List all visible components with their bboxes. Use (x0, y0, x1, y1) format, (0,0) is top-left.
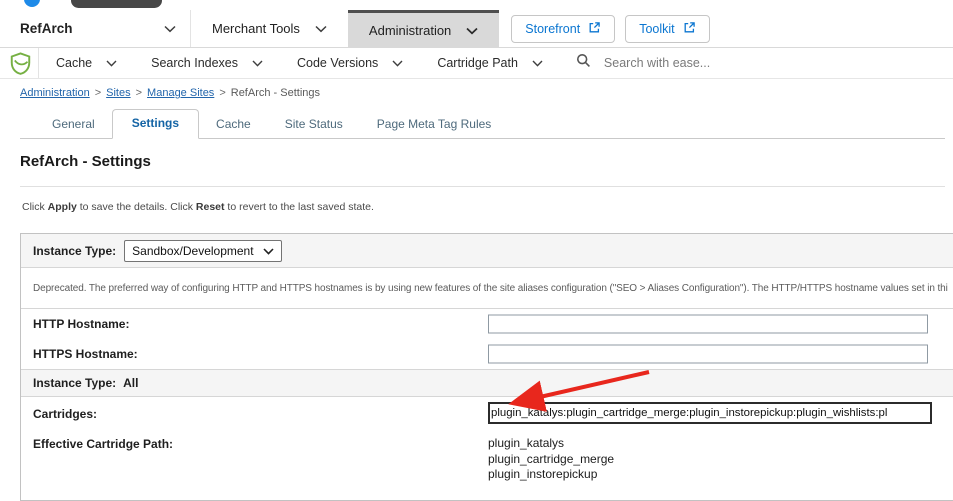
breadcrumb-separator: > (95, 87, 101, 99)
site-selector[interactable]: RefArch (0, 10, 191, 47)
breadcrumb-current: RefArch - Settings (231, 87, 320, 99)
site-selector-label: RefArch (20, 21, 73, 36)
http-hostname-input[interactable] (488, 315, 928, 334)
cartridge-path-entry: plugin_katalys (488, 436, 614, 452)
instructions-note: Click Apply to save the details. Click R… (22, 201, 374, 213)
instance-type-all-value: All (123, 376, 138, 390)
http-hostname-label: HTTP Hostname: (33, 317, 129, 331)
menu-administration[interactable]: Administration (348, 10, 499, 47)
menu-administration-label: Administration (369, 23, 451, 38)
chevron-down-icon (252, 56, 263, 70)
tab-settings[interactable]: Settings (112, 109, 199, 139)
instance-type-all-label: Instance Type: (33, 376, 116, 390)
tab-general[interactable]: General (35, 111, 112, 138)
toolbar-item-code-versions[interactable]: Code Versions (280, 56, 420, 70)
deprecated-note-row: Deprecated. The preferred way of configu… (21, 268, 953, 309)
storefront-button[interactable]: Storefront (511, 15, 615, 43)
instance-type-select[interactable]: Sandbox/Development (124, 240, 282, 262)
instance-type-label: Instance Type: (33, 244, 116, 258)
chevron-down-icon (106, 56, 117, 70)
note-apply-keyword: Apply (48, 201, 77, 213)
breadcrumb-separator: > (136, 87, 142, 99)
toolbar-item-cartridge-path[interactable]: Cartridge Path (420, 56, 560, 70)
tab-page-meta-tag-rules[interactable]: Page Meta Tag Rules (360, 111, 509, 138)
instance-type-select-value: Sandbox/Development (132, 244, 253, 258)
breadcrumb: Administration > Sites > Manage Sites > RefArc… (20, 87, 320, 99)
toolbar-item-cache[interactable]: Cache (39, 56, 134, 70)
toolbar-item-search-indexes[interactable]: Search Indexes (134, 56, 280, 70)
effective-cartridge-path-label: Effective Cartridge Path: (33, 437, 173, 451)
page-title: RefArch - Settings (20, 153, 151, 170)
tab-cache[interactable]: Cache (199, 111, 268, 138)
search-box (576, 53, 953, 73)
note-text: Click (22, 201, 48, 213)
cartridge-path-entry: plugin_instorepickup (488, 467, 614, 483)
search-input[interactable] (602, 55, 953, 71)
chevron-down-icon (466, 23, 478, 38)
partial-dark-pill (71, 0, 162, 8)
breadcrumb-link-sites[interactable]: Sites (106, 87, 130, 99)
external-link-icon (683, 21, 696, 37)
instance-type-row: Instance Type: Sandbox/Development (21, 234, 953, 268)
tab-strip: General Settings Cache Site Status Page … (20, 110, 945, 139)
external-link-icon (588, 21, 601, 37)
chevron-down-icon (263, 244, 274, 258)
cartridges-input[interactable] (488, 402, 932, 424)
secondary-toolbar: Cache Search Indexes Code Versions Cartr… (0, 48, 953, 79)
cartridges-row: Cartridges: (21, 397, 953, 430)
https-hostname-label: HTTPS Hostname: (33, 347, 138, 361)
chevron-down-icon (315, 21, 327, 36)
note-reset-keyword: Reset (196, 201, 225, 213)
breadcrumb-link-manage-sites[interactable]: Manage Sites (147, 87, 214, 99)
cartridges-label: Cartridges: (33, 407, 97, 421)
breadcrumb-link-administration[interactable]: Administration (20, 87, 90, 99)
menu-merchant-tools[interactable]: Merchant Tools (191, 10, 348, 47)
storefront-button-label: Storefront (525, 22, 580, 36)
breadcrumb-separator: > (219, 87, 225, 99)
shield-logo-icon (10, 52, 31, 75)
search-icon (576, 53, 591, 73)
toolkit-button-label: Toolkit (639, 22, 674, 36)
note-text: to revert to the last saved state. (225, 201, 374, 213)
effective-cartridge-path-values: plugin_katalys plugin_cartridge_merge pl… (488, 436, 614, 483)
partial-avatar-circle (24, 0, 40, 7)
note-text: to save the details. Click (77, 201, 196, 213)
toolbar-item-cartridge-path-label: Cartridge Path (437, 56, 518, 70)
chevron-down-icon (164, 21, 176, 36)
settings-table: Instance Type: Sandbox/Development Depre… (20, 233, 953, 501)
http-hostname-row: HTTP Hostname: (21, 309, 953, 339)
deprecated-note-text: Deprecated. The preferred way of configu… (33, 283, 948, 294)
title-divider (20, 186, 945, 187)
cartridge-path-entry: plugin_cartridge_merge (488, 452, 614, 468)
toolbar-item-code-versions-label: Code Versions (297, 56, 378, 70)
menu-merchant-tools-label: Merchant Tools (212, 21, 300, 36)
toolbar-item-search-indexes-label: Search Indexes (151, 56, 238, 70)
toolkit-button[interactable]: Toolkit (625, 15, 709, 43)
toolbar-item-cache-label: Cache (56, 56, 92, 70)
tab-site-status[interactable]: Site Status (268, 111, 360, 138)
effective-cartridge-path-row: Effective Cartridge Path: plugin_katalys… (21, 430, 953, 500)
chevron-down-icon (532, 56, 543, 70)
https-hostname-input[interactable] (488, 345, 928, 364)
primary-navbar: RefArch Merchant Tools Administration St… (0, 10, 953, 48)
https-hostname-row: HTTPS Hostname: (21, 339, 953, 369)
chevron-down-icon (392, 56, 403, 70)
instance-type-all-row: Instance Type: All (21, 369, 953, 397)
